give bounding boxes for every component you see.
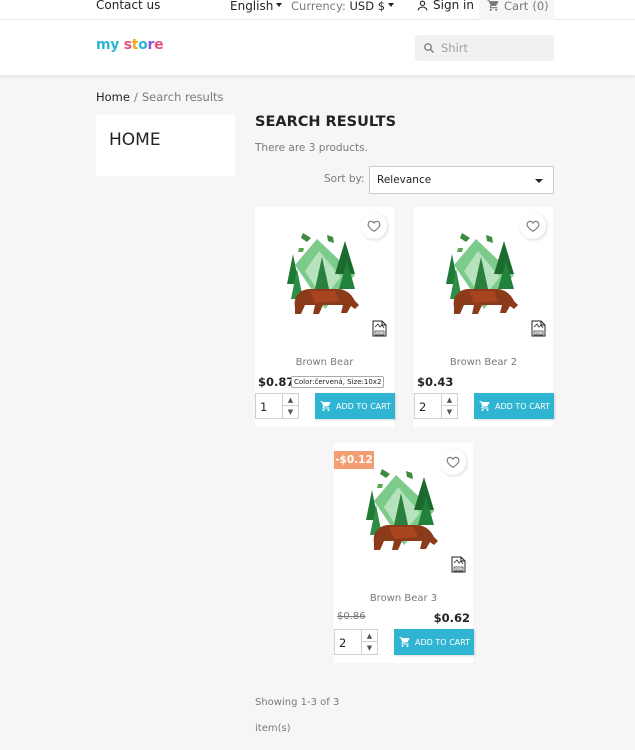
quantity-stepper[interactable]: 2 ▲ ▼ — [334, 629, 378, 655]
pagination-summary: Showing 1-3 of 3 — [255, 697, 340, 708]
breadcrumb-separator: / — [133, 90, 138, 104]
decrement-button[interactable]: ▼ — [362, 642, 377, 654]
logo-my: my — [96, 37, 120, 53]
discount-badge: -$0.12 — [334, 451, 374, 469]
top-bar: Contact us English Currency: USD $ Sign … — [0, 0, 635, 21]
breadcrumb-home[interactable]: Home — [96, 90, 130, 104]
breadcrumb: Home / Search results — [96, 90, 224, 104]
product-price: $0.43 — [417, 375, 454, 389]
product-name[interactable]: Brown Bear — [255, 357, 394, 368]
regular-price: $0.86 — [337, 611, 366, 622]
svg-file-icon: SVG — [451, 556, 466, 573]
currency-selector[interactable]: Currency: USD $ — [291, 0, 395, 13]
category-box: HOME — [96, 115, 235, 176]
product-card: SVG Brown Bear 2 $0.43 2 ▲ ▼ ADD TO CART — [414, 207, 554, 427]
sort-value: Relevance — [377, 174, 432, 186]
user-icon — [417, 0, 428, 10]
quantity-value[interactable]: 1 — [260, 400, 267, 414]
heart-icon — [446, 456, 460, 468]
sort-select[interactable]: Relevance — [369, 166, 554, 194]
currency-value: USD $ — [349, 0, 386, 13]
search-box[interactable]: Shirt — [415, 35, 554, 61]
quantity-stepper[interactable]: 1 ▲ ▼ — [255, 393, 299, 419]
language-selector[interactable]: English — [230, 0, 283, 13]
shopping-cart-icon — [320, 401, 331, 411]
product-price: $0.87 — [258, 375, 295, 389]
store-logo[interactable]: my store — [96, 37, 164, 53]
product-card: SVG Brown Bear $0.87 Color:červená, Size… — [255, 207, 395, 427]
shopping-cart-icon — [487, 0, 499, 11]
cart-button[interactable]: Cart (0) — [479, 0, 554, 21]
caret-down-icon — [535, 179, 543, 183]
wishlist-button[interactable] — [440, 449, 466, 475]
increment-button[interactable]: ▲ — [283, 394, 298, 406]
breadcrumb-current: Search results — [141, 90, 224, 104]
products-count: There are 3 products. — [255, 142, 368, 154]
wishlist-button[interactable] — [520, 213, 546, 239]
chevron-down-icon — [388, 2, 395, 7]
category-title[interactable]: HOME — [109, 130, 161, 150]
increment-button[interactable]: ▲ — [362, 630, 377, 642]
header: my store Shirt — [0, 20, 635, 75]
search-icon — [424, 43, 434, 53]
heart-icon — [367, 220, 381, 232]
shopping-cart-icon — [479, 401, 490, 411]
decrement-button[interactable]: ▼ — [283, 406, 298, 418]
product-name[interactable]: Brown Bear 2 — [414, 357, 553, 368]
svg-badge-text: SVG — [455, 567, 462, 571]
quantity-value[interactable]: 2 — [419, 400, 426, 414]
sort-label: Sort by: — [324, 173, 365, 185]
logo-store: store — [123, 37, 164, 53]
add-to-cart-label: ADD TO CART — [336, 401, 391, 411]
wishlist-button[interactable] — [361, 213, 387, 239]
add-to-cart-label: ADD TO CART — [495, 401, 550, 411]
add-to-cart-label: ADD TO CART — [415, 637, 470, 647]
quantity-spinner: ▲ ▼ — [361, 630, 377, 654]
heart-icon — [526, 220, 540, 232]
search-input[interactable]: Shirt — [441, 41, 468, 55]
add-to-cart-button[interactable]: ADD TO CART — [394, 629, 474, 655]
product-card: -$0.12 SVG Brown Bear 3 $0.86 $0.62 2 ▲ … — [334, 443, 474, 663]
chevron-down-icon — [276, 2, 283, 7]
currency-label: Currency: — [291, 0, 346, 13]
increment-button[interactable]: ▲ — [442, 394, 457, 406]
pagination-items-label: item(s) — [255, 723, 291, 734]
quantity-value[interactable]: 2 — [339, 636, 346, 650]
contact-us-link[interactable]: Contact us — [96, 0, 160, 12]
svg-file-icon: SVG — [372, 320, 387, 337]
shopping-cart-icon — [399, 637, 410, 647]
language-label: English — [230, 0, 274, 13]
page-title: SEARCH RESULTS — [255, 114, 397, 130]
sign-in-label: Sign in — [433, 0, 474, 12]
quantity-stepper[interactable]: 2 ▲ ▼ — [414, 393, 458, 419]
product-name[interactable]: Brown Bear 3 — [334, 593, 473, 604]
sign-in-link[interactable]: Sign in — [416, 0, 474, 12]
quantity-spinner: ▲ ▼ — [282, 394, 298, 418]
product-attributes: Color:červená, Size:10x2 — [291, 376, 385, 388]
add-to-cart-button[interactable]: ADD TO CART — [315, 393, 395, 419]
svg-badge-text: SVG — [376, 331, 383, 335]
decrement-button[interactable]: ▼ — [442, 406, 457, 418]
svg-file-icon: SVG — [531, 320, 546, 337]
cart-label: Cart — [504, 0, 529, 13]
quantity-spinner: ▲ ▼ — [441, 394, 457, 418]
cart-count: (0) — [532, 0, 549, 13]
product-price: $0.62 — [433, 611, 470, 625]
svg-badge-text: SVG — [535, 331, 542, 335]
add-to-cart-button[interactable]: ADD TO CART — [474, 393, 554, 419]
